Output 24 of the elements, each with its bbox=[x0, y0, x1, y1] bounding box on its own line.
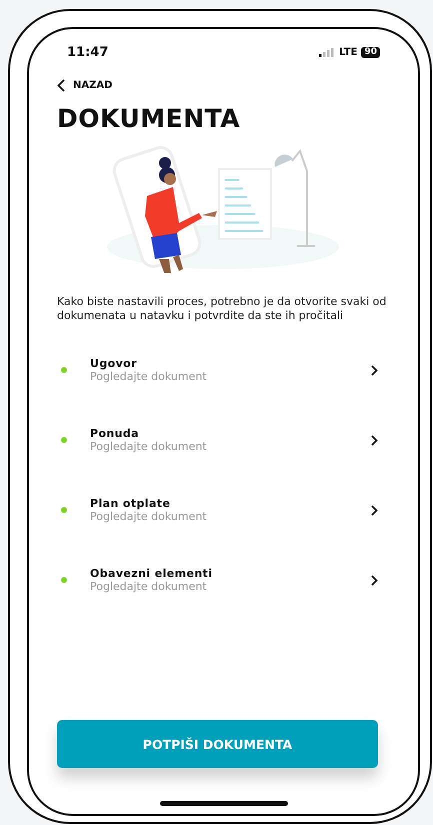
chevron-left-icon bbox=[57, 79, 65, 92]
chevron-right-icon bbox=[371, 574, 378, 586]
document-subtitle: Pogledajte dokument bbox=[90, 370, 208, 383]
document-subtitle: Pogledajte dokument bbox=[90, 440, 208, 453]
chevron-right-icon bbox=[371, 434, 378, 446]
network-type: LTE bbox=[339, 46, 358, 58]
back-button[interactable]: NAZAD bbox=[57, 79, 112, 92]
document-name: Plan otplate bbox=[90, 497, 172, 510]
document-name: Ponuda bbox=[90, 427, 140, 440]
battery-level: 90 bbox=[361, 46, 380, 58]
document-item[interactable]: Ponuda Pogledajte dokument bbox=[57, 419, 378, 461]
document-subtitle: Pogledajte dokument bbox=[90, 510, 208, 523]
page-title: DOKUMENTA bbox=[57, 104, 242, 133]
document-name: Ugovor bbox=[90, 357, 138, 370]
document-name: Obavezni elementi bbox=[90, 567, 214, 580]
document-item[interactable]: Ugovor Pogledajte dokument bbox=[57, 349, 378, 391]
chevron-right-icon bbox=[371, 364, 378, 376]
signal-icon bbox=[319, 48, 336, 56]
document-item[interactable]: Obavezni elementi Pogledajte dokument bbox=[57, 559, 378, 601]
chevron-right-icon bbox=[371, 504, 378, 516]
instruction-text: Kako biste nastavili proces, potrebno je da otvorite svaki od dokumenata u natavku i potvrdite da ste ih pročitali bbox=[57, 295, 387, 323]
document-item[interactable]: Plan otplate Pogledajte dokument bbox=[57, 489, 378, 531]
status-time: 11:47 bbox=[67, 44, 108, 60]
document-subtitle: Pogledajte dokument bbox=[90, 580, 208, 593]
